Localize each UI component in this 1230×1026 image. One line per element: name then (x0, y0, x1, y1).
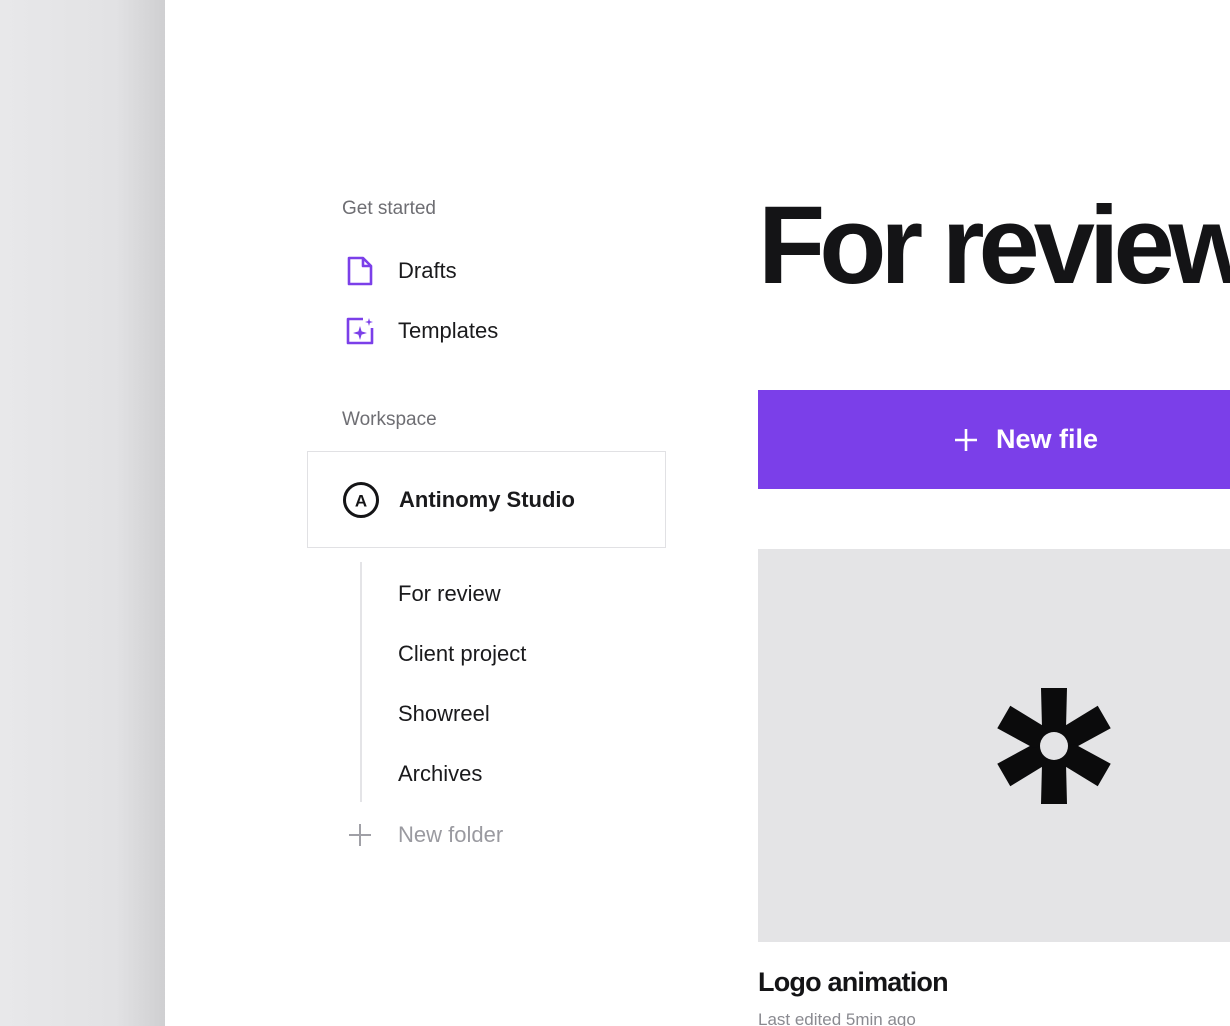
sidebar-item-label: Templates (398, 318, 499, 343)
new-file-label: New file (996, 424, 1099, 454)
file-card[interactable]: Logo animation Last edited 5min ago (758, 549, 1230, 1026)
workspace-name: Antinomy Studio (399, 486, 575, 512)
page-title: For review (758, 184, 1230, 307)
folder-item-showreel[interactable]: Showreel (398, 701, 490, 727)
sidebar-item-drafts[interactable]: Drafts (342, 251, 457, 291)
app-window: Get started Drafts Templates Workspace A (165, 0, 1230, 1026)
file-card-title: Logo animation (758, 967, 949, 997)
new-folder-button[interactable]: New folder (342, 815, 503, 855)
new-file-button[interactable]: New file (758, 390, 1230, 489)
folder-tree-line (360, 562, 362, 802)
asterisk-logo-icon (997, 688, 1111, 804)
sidebar-item-label: Drafts (398, 258, 457, 283)
folder-item-client-project[interactable]: Client project (398, 641, 526, 667)
folder-item-archives[interactable]: Archives (398, 761, 482, 787)
file-card-meta: Last edited 5min ago (758, 1010, 916, 1026)
background-panel (0, 0, 165, 1026)
sidebar-item-templates[interactable]: Templates (342, 311, 498, 351)
new-folder-label: New folder (398, 822, 504, 847)
plus-icon (342, 817, 378, 853)
workspace-avatar-icon: A (343, 481, 379, 518)
file-thumbnail (758, 549, 1230, 942)
workspace-avatar-letter: A (355, 491, 367, 510)
section-label-get-started: Get started (342, 198, 436, 219)
workspace-selector[interactable]: A Antinomy Studio (307, 451, 666, 548)
plus-icon (954, 428, 978, 452)
file-icon (342, 253, 378, 289)
folder-item-for-review[interactable]: For review (398, 581, 501, 607)
sparkle-template-icon (342, 313, 378, 349)
section-label-workspace: Workspace (342, 409, 437, 430)
